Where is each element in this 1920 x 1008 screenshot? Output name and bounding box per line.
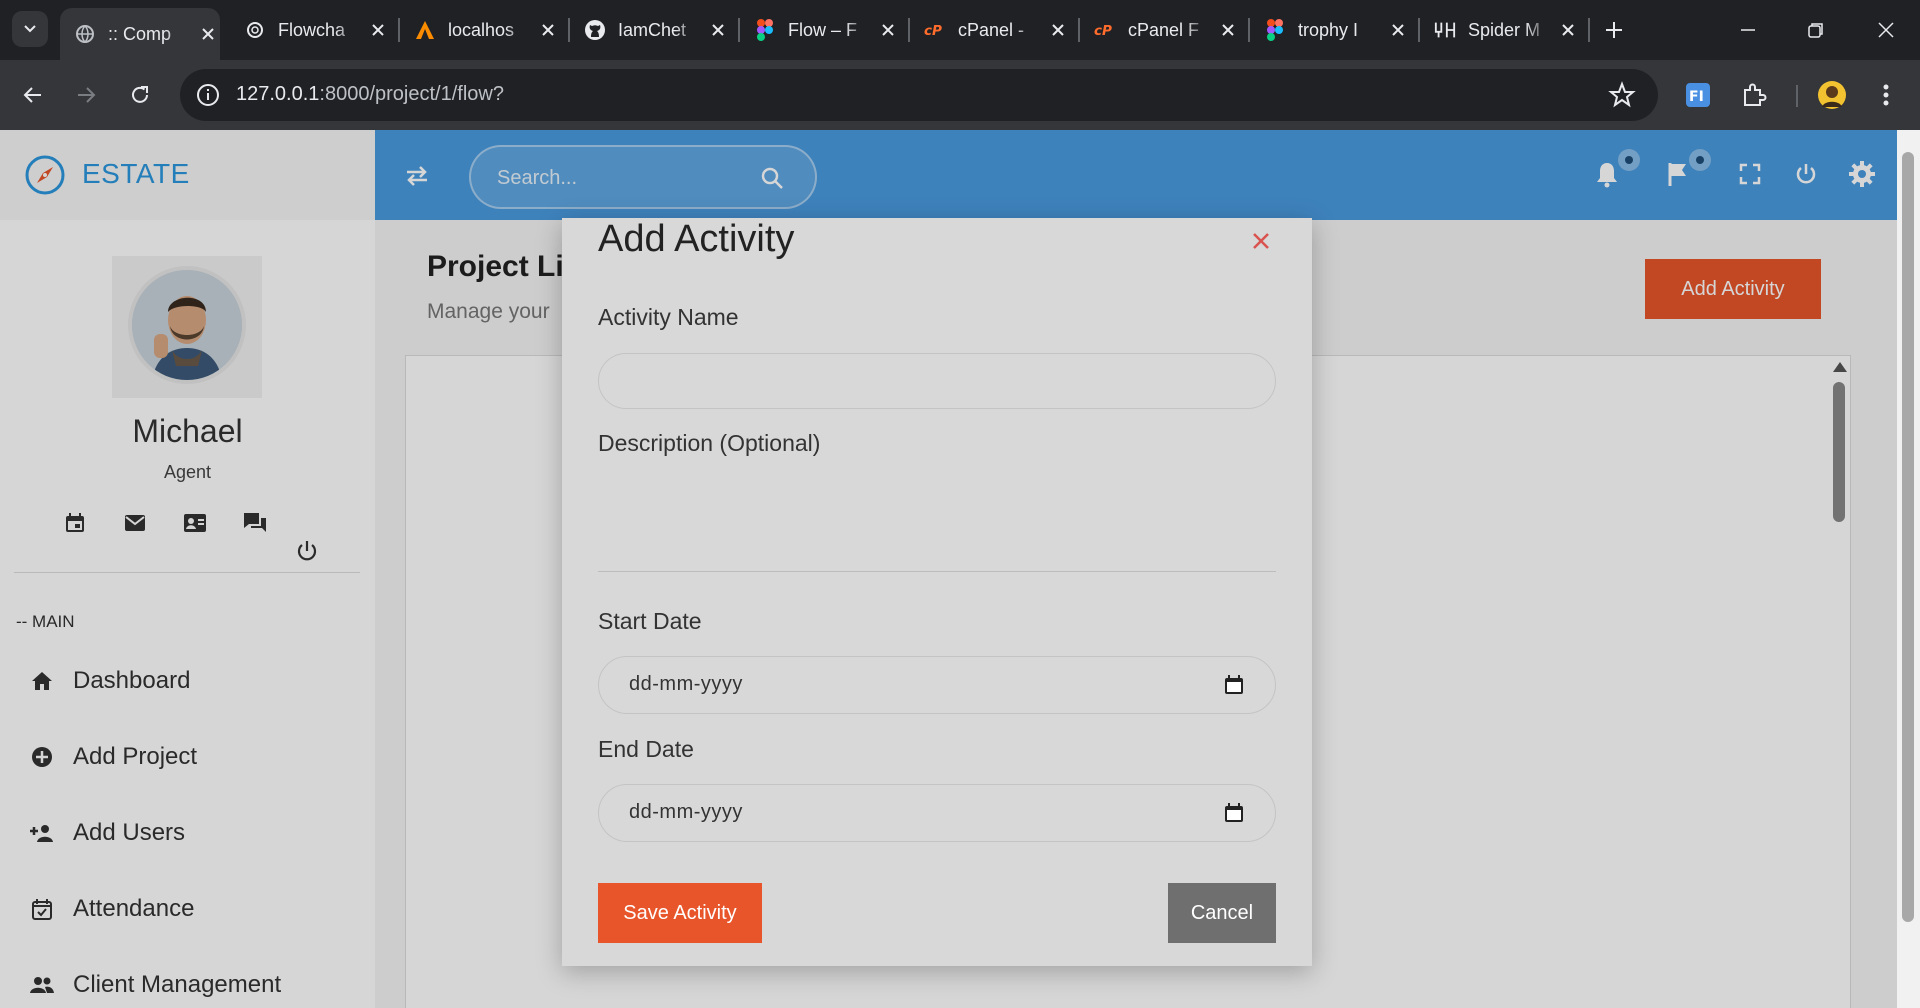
close-icon[interactable] <box>1048 20 1068 40</box>
browser-tab[interactable]: localhos <box>400 8 560 52</box>
extensions-puzzle-icon[interactable] <box>1738 79 1770 111</box>
page-scrollbar-thumb[interactable] <box>1902 152 1914 922</box>
close-icon <box>1878 22 1894 38</box>
minimize-button[interactable] <box>1728 10 1768 50</box>
url-host: 127.0.0.1 <box>236 83 320 105</box>
back-button[interactable] <box>15 77 51 113</box>
tab-title: Flowcha <box>278 19 346 40</box>
address-bar[interactable]: 127.0.0.1:8000/project/1/flow? <box>180 69 1658 121</box>
add-activity-modal: Add Activity Activity Name Description (… <box>562 218 1312 966</box>
reload-button[interactable] <box>122 77 158 113</box>
activity-name-input[interactable] <box>598 353 1276 409</box>
close-icon[interactable] <box>1558 20 1578 40</box>
tab-title: localhos <box>448 19 515 40</box>
cancel-button[interactable]: Cancel <box>1168 883 1276 943</box>
browser-menu-icon[interactable] <box>1870 79 1902 111</box>
page-scrollbar[interactable] <box>1897 130 1920 1008</box>
new-tab-button[interactable] <box>1598 14 1630 46</box>
close-icon[interactable] <box>878 20 898 40</box>
calendar-icon[interactable] <box>1223 674 1245 696</box>
end-date-label: End Date <box>598 736 694 762</box>
bookmark-star-icon[interactable] <box>1608 81 1636 109</box>
close-window-button[interactable] <box>1866 10 1906 50</box>
minimize-icon <box>1741 29 1755 31</box>
tab-title: :: Comp <box>108 23 172 44</box>
close-icon[interactable] <box>538 20 558 40</box>
tab-title: cPanel F <box>1128 19 1200 40</box>
tab-title: cPanel - <box>958 19 1025 40</box>
start-date-label: Start Date <box>598 608 702 634</box>
reload-icon <box>132 86 148 103</box>
close-icon[interactable] <box>1218 20 1238 40</box>
browser-tab[interactable]: Flowcha <box>230 8 390 52</box>
browser-tab-strip: :: Comp Flowcha localhos IamChet Flow – … <box>0 0 1920 60</box>
url-text[interactable]: 127.0.0.1:8000/project/1/flow? <box>236 83 504 106</box>
end-date-value: dd-mm-yyyy <box>629 801 743 823</box>
close-icon[interactable] <box>368 20 388 40</box>
start-date-value: dd-mm-yyyy <box>629 673 743 695</box>
forward-button[interactable] <box>68 77 104 113</box>
chevron-down-icon <box>24 25 36 33</box>
browser-tab[interactable]: :: Comp <box>60 8 220 60</box>
globe-icon <box>74 23 96 45</box>
openai-icon <box>244 19 266 41</box>
browser-tab[interactable]: IamChet <box>570 8 730 52</box>
svg-text:FI: FI <box>1689 89 1704 105</box>
arrow-left-icon <box>23 87 41 103</box>
spider-icon <box>1434 19 1456 41</box>
browser-tab[interactable]: trophy I <box>1250 8 1410 52</box>
cpanel-icon: cP <box>924 19 946 41</box>
arrow-right-icon <box>78 87 96 103</box>
figma-icon <box>1264 19 1286 41</box>
browser-toolbar: 127.0.0.1:8000/project/1/flow? FI <box>0 60 1920 130</box>
description-label: Description (Optional) <box>598 430 821 456</box>
close-icon[interactable] <box>198 24 218 44</box>
profile-avatar[interactable] <box>1816 79 1848 111</box>
browser-tab[interactable]: Spider M <box>1420 8 1580 52</box>
info-icon[interactable] <box>196 83 220 107</box>
tab-separator <box>1588 18 1590 42</box>
restore-icon <box>1808 23 1823 38</box>
tab-title: Spider M <box>1468 19 1541 40</box>
tab-search-button[interactable] <box>12 11 48 47</box>
modal-title: Add Activity <box>598 218 795 260</box>
tab-title: Flow – F <box>788 19 858 40</box>
xampp-icon <box>414 19 436 41</box>
toolbar-separator <box>1796 85 1798 107</box>
browser-tab[interactable]: cP cPanel F <box>1080 8 1240 52</box>
browser-tab[interactable]: Flow – F <box>740 8 900 52</box>
tab-title: trophy I <box>1298 19 1359 40</box>
extension-fi-icon[interactable]: FI <box>1682 79 1714 111</box>
svg-text:cP: cP <box>1094 23 1112 39</box>
url-path: :8000/project/1/flow? <box>319 83 504 105</box>
github-icon <box>584 19 606 41</box>
plus-icon <box>1606 22 1622 38</box>
description-textarea[interactable] <box>598 460 1276 572</box>
close-icon[interactable] <box>708 20 728 40</box>
modal-close-button[interactable] <box>1248 228 1274 254</box>
close-icon[interactable] <box>1388 20 1408 40</box>
cpanel-icon: cP <box>1094 19 1116 41</box>
activity-name-label: Activity Name <box>598 304 739 330</box>
save-activity-button[interactable]: Save Activity <box>598 883 762 943</box>
close-icon <box>1253 233 1269 249</box>
end-date-input[interactable]: dd-mm-yyyy <box>598 784 1276 842</box>
restore-button[interactable] <box>1796 10 1836 50</box>
browser-tab[interactable]: cP cPanel - <box>910 8 1070 52</box>
calendar-icon[interactable] <box>1223 802 1245 824</box>
tab-title: IamChet <box>618 19 687 40</box>
start-date-input[interactable]: dd-mm-yyyy <box>598 656 1276 714</box>
figma-icon <box>754 19 776 41</box>
svg-text:cP: cP <box>924 23 942 39</box>
